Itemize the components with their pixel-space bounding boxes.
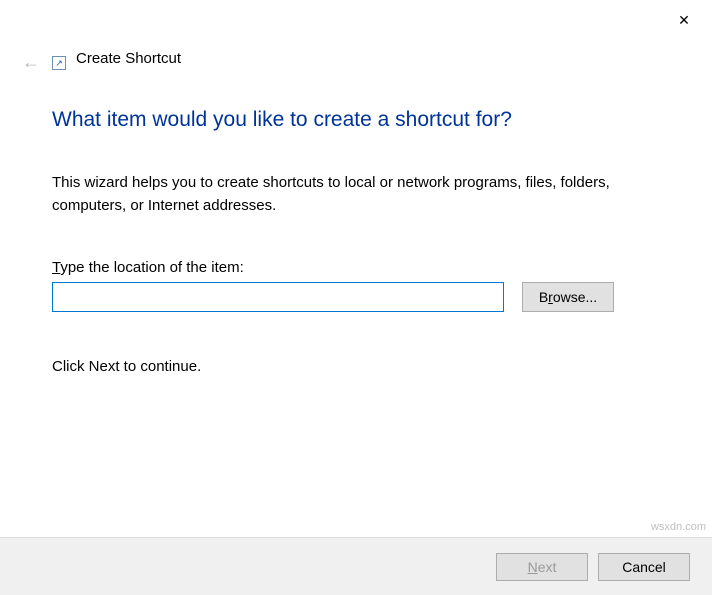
back-arrow-icon: ← (22, 52, 40, 72)
continue-text: Click Next to continue. (52, 358, 648, 375)
dialog-title: Create Shortcut (76, 50, 181, 67)
location-row: Browse... (52, 282, 648, 312)
description-text: This wizard helps you to create shortcut… (52, 172, 642, 217)
location-label: Type the location of the item: (52, 259, 648, 276)
shortcut-icon: ↗ (52, 56, 66, 70)
cancel-button[interactable]: Cancel (598, 553, 690, 581)
dialog-footer: Next Cancel (0, 537, 712, 595)
browse-button[interactable]: Browse... (522, 282, 614, 312)
back-button: ← (22, 52, 40, 73)
watermark: wsxdn.com (651, 521, 706, 533)
location-input[interactable] (52, 282, 504, 312)
page-heading: What item would you like to create a sho… (52, 108, 648, 132)
close-icon: ✕ (678, 12, 690, 29)
dialog-content: What item would you like to create a sho… (52, 108, 648, 375)
next-button: Next (496, 553, 588, 581)
create-shortcut-dialog: ✕ ← ↗ Create Shortcut What item would yo… (0, 0, 712, 595)
close-button[interactable]: ✕ (664, 6, 704, 34)
